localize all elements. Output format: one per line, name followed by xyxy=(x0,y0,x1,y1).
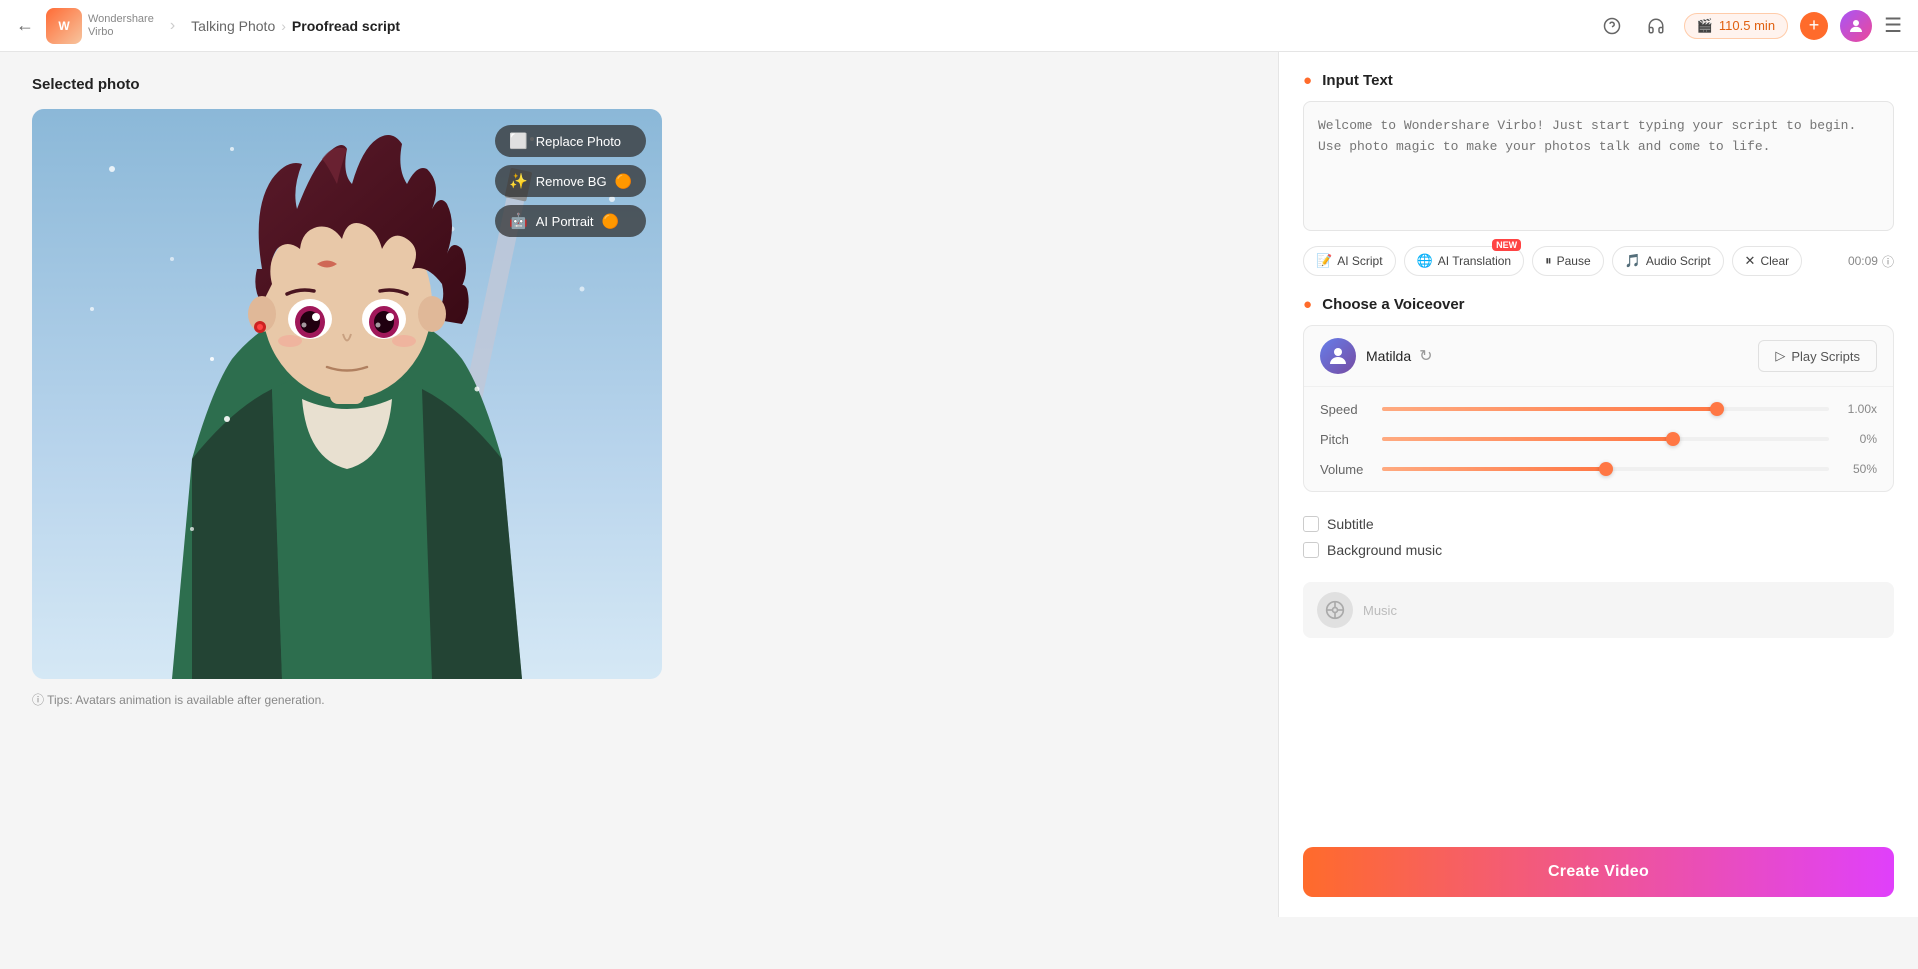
sliders-area: Speed 1.00x Pitch xyxy=(1304,387,1893,491)
breadcrumb-sep: › xyxy=(170,17,175,35)
bg-music-checkbox-row[interactable]: Background music xyxy=(1303,542,1894,558)
credit-display: 🎬 110.5 min xyxy=(1684,13,1788,39)
voice-name: Matilda xyxy=(1366,348,1411,364)
speed-thumb[interactable] xyxy=(1710,402,1724,416)
ai-script-label: AI Script xyxy=(1337,254,1382,268)
bg-music-label: Background music xyxy=(1327,542,1442,558)
speed-value: 1.00x xyxy=(1839,402,1877,416)
refresh-voice-button[interactable]: ↻ xyxy=(1419,346,1432,366)
new-badge: NEW xyxy=(1492,239,1521,251)
selected-photo-title: Selected photo xyxy=(32,76,1246,93)
input-text-title: Input Text xyxy=(1303,72,1894,89)
play-scripts-label: Play Scripts xyxy=(1791,349,1860,364)
nav-parent[interactable]: Talking Photo xyxy=(191,18,275,34)
ai-translation-icon: 🌐 xyxy=(1417,253,1433,269)
pause-label: Pause xyxy=(1557,254,1591,268)
replace-photo-button[interactable]: ⬜ Replace Photo xyxy=(495,125,646,157)
credit-icon: 🎬 xyxy=(1697,18,1713,34)
photo-action-buttons: ⬜ Replace Photo ✨ Remove BG 🟠 🤖 AI Portr… xyxy=(495,125,646,237)
pitch-value: 0% xyxy=(1839,432,1877,446)
audio-script-label: Audio Script xyxy=(1646,254,1711,268)
remove-bg-label: Remove BG xyxy=(536,174,607,189)
help-button[interactable] xyxy=(1596,10,1628,42)
breadcrumb: Talking Photo › Proofread script xyxy=(191,18,400,34)
topbar: ← W Wondershare Virbo › Talking Photo › … xyxy=(0,0,1918,52)
photo-container: ⬜ Replace Photo ✨ Remove BG 🟠 🤖 AI Portr… xyxy=(32,109,662,679)
pitch-label: Pitch xyxy=(1320,432,1372,447)
left-panel: Selected photo xyxy=(0,52,1278,917)
audio-script-button[interactable]: 🎵 Audio Script xyxy=(1612,246,1724,276)
ai-portrait-label: AI Portrait xyxy=(536,214,594,229)
music-row: Music xyxy=(1303,582,1894,638)
add-credit-button[interactable]: + xyxy=(1800,12,1828,40)
input-text-section: Input Text 📝 AI Script NEW 🌐 AI Translat… xyxy=(1303,72,1894,276)
brand-name: Wondershare Virbo xyxy=(88,13,154,37)
ai-portrait-icon: 🤖 xyxy=(509,212,528,230)
voiceover-title: Choose a Voiceover xyxy=(1303,296,1894,313)
user-avatar[interactable] xyxy=(1840,10,1872,42)
clear-button[interactable]: ✕ Clear xyxy=(1732,246,1803,276)
ai-translation-label: AI Translation xyxy=(1438,254,1511,268)
music-label: Music xyxy=(1363,603,1397,618)
music-icon xyxy=(1317,592,1353,628)
play-scripts-icon: ▷ xyxy=(1775,348,1785,364)
script-input[interactable] xyxy=(1303,101,1894,231)
volume-value: 50% xyxy=(1839,462,1877,476)
volume-slider-row: Volume 50% xyxy=(1320,459,1877,479)
photo-tip: ⓘ Tips: Avatars animation is available a… xyxy=(32,691,1246,708)
main-layout: Selected photo xyxy=(0,52,1918,917)
play-scripts-button[interactable]: ▷ Play Scripts xyxy=(1758,340,1877,372)
clear-label: Clear xyxy=(1760,254,1789,268)
audio-script-icon: 🎵 xyxy=(1625,253,1641,269)
subtitle-checkbox[interactable] xyxy=(1303,516,1319,532)
subtitle-label: Subtitle xyxy=(1327,516,1374,532)
checkbox-section: Subtitle Background music xyxy=(1303,516,1894,558)
bg-music-checkbox[interactable] xyxy=(1303,542,1319,558)
credit-amount: 110.5 min xyxy=(1719,18,1775,33)
tip-text: ⓘ Tips: Avatars animation is available a… xyxy=(32,691,325,708)
clear-icon: ✕ xyxy=(1745,253,1756,269)
ai-portrait-button[interactable]: 🤖 AI Portrait 🟠 xyxy=(495,205,646,237)
back-button[interactable]: ← xyxy=(16,15,34,36)
replace-photo-label: Replace Photo xyxy=(536,134,621,149)
topbar-right: 🎬 110.5 min + ☰ xyxy=(1596,10,1902,42)
ai-script-button[interactable]: 📝 AI Script xyxy=(1303,246,1396,276)
voiceover-card: Matilda ↻ ▷ Play Scripts Speed xyxy=(1303,325,1894,492)
pitch-slider-row: Pitch 0% xyxy=(1320,429,1877,449)
subtitle-checkbox-row[interactable]: Subtitle xyxy=(1303,516,1894,532)
pause-icon: ⏸ xyxy=(1545,253,1552,269)
time-info-icon: ⓘ xyxy=(1882,253,1894,270)
script-duration: 00:09 ⓘ xyxy=(1848,253,1894,270)
remove-bg-button[interactable]: ✨ Remove BG 🟠 xyxy=(495,165,646,197)
volume-thumb[interactable] xyxy=(1599,462,1613,476)
speed-label: Speed xyxy=(1320,402,1372,417)
create-video-label: Create Video xyxy=(1548,863,1649,880)
menu-button[interactable]: ☰ xyxy=(1884,13,1902,38)
create-video-button[interactable]: Create Video xyxy=(1303,847,1894,897)
input-toolbar: 📝 AI Script NEW 🌐 AI Translation ⏸ Pause… xyxy=(1303,246,1894,276)
pause-button[interactable]: ⏸ Pause xyxy=(1532,246,1604,276)
time-value: 00:09 xyxy=(1848,254,1878,268)
replace-photo-icon: ⬜ xyxy=(509,132,528,150)
voice-avatar xyxy=(1320,338,1356,374)
pitch-thumb[interactable] xyxy=(1666,432,1680,446)
ai-script-icon: 📝 xyxy=(1316,253,1332,269)
speed-slider-row: Speed 1.00x xyxy=(1320,399,1877,419)
nav-sep2: › xyxy=(281,18,286,34)
right-panel: Input Text 📝 AI Script NEW 🌐 AI Translat… xyxy=(1278,52,1918,917)
voiceover-header: Matilda ↻ ▷ Play Scripts xyxy=(1304,326,1893,387)
nav-current: Proofread script xyxy=(292,18,400,34)
headset-button[interactable] xyxy=(1640,10,1672,42)
volume-label: Volume xyxy=(1320,462,1372,477)
voiceover-section: Choose a Voiceover Matilda ↻ ▷ Play Scri… xyxy=(1303,296,1894,492)
logo-icon: W xyxy=(46,8,82,44)
ai-translation-button[interactable]: NEW 🌐 AI Translation xyxy=(1404,246,1525,276)
app-logo: W Wondershare Virbo xyxy=(46,8,154,44)
remove-bg-icon: ✨ xyxy=(509,172,528,190)
